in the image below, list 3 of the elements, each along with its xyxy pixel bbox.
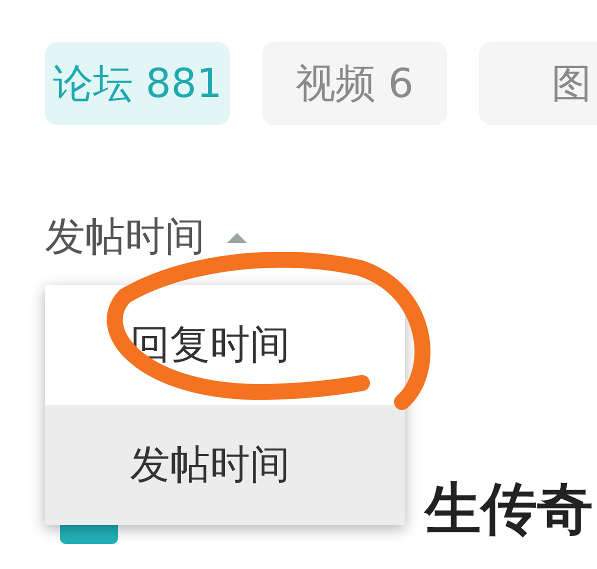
sort-label[interactable]: 发帖时间 [45,207,205,267]
post-title[interactable]: 生传奇 [425,482,593,538]
menu-item[interactable]: 发帖时间 [45,405,405,525]
